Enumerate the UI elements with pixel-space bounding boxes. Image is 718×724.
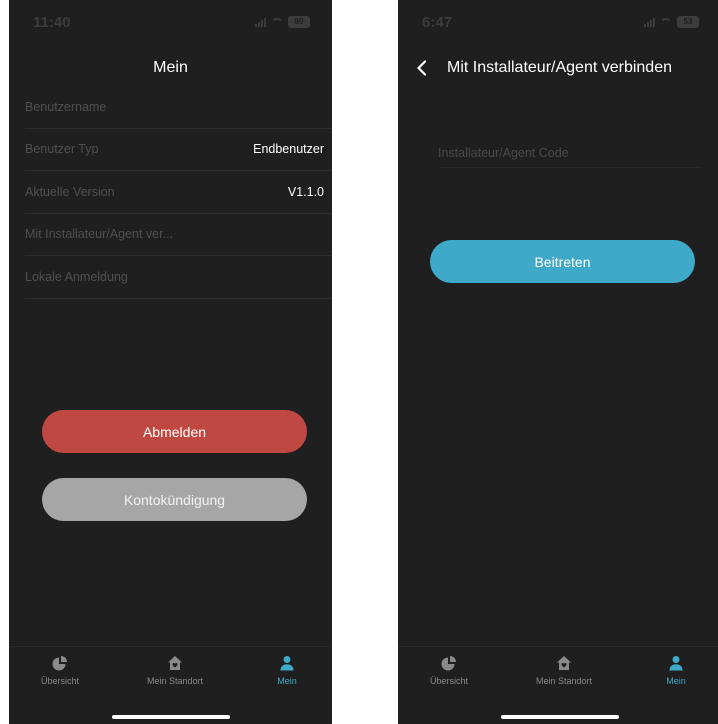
- home-indicator[interactable]: [111, 715, 230, 719]
- home-icon: [168, 656, 182, 670]
- delete-account-button[interactable]: Kontokündigung: [42, 478, 307, 521]
- tab-label: Mein Standort: [535, 676, 593, 686]
- tab-bar: Übersicht Mein Standort Mein: [9, 646, 332, 724]
- pie-chart-icon: [52, 656, 67, 671]
- tab-label: Mein: [277, 676, 297, 686]
- page-title: Mit Installateur/Agent verbinden: [446, 59, 672, 76]
- battery-icon: 80: [288, 16, 310, 28]
- menu-value: Endbenutzer: [253, 142, 324, 157]
- status-time: 6:47: [422, 13, 453, 31]
- home-indicator[interactable]: [500, 715, 619, 719]
- tab-label: Mein Standort: [146, 676, 204, 686]
- status-bar: 11:40 80: [9, 0, 332, 44]
- tab-overview[interactable]: Übersicht: [404, 655, 494, 695]
- menu-row-local-login[interactable]: Lokale Anmeldung: [25, 256, 332, 299]
- logout-button[interactable]: Abmelden: [42, 410, 307, 453]
- left-phone-screen: 11:40 80 Mein Benutzername Benutzer Typ …: [9, 0, 332, 724]
- tab-label: Mein: [666, 676, 686, 686]
- wifi-icon: [271, 18, 283, 26]
- menu-label: Lokale Anmeldung: [25, 269, 128, 284]
- status-icons: 80: [255, 16, 310, 28]
- menu-row-version[interactable]: Aktuelle Version V1.1.0: [25, 171, 332, 214]
- settings-list: Benutzername Benutzer Typ Endbenutzer Ak…: [9, 86, 332, 299]
- right-phone-screen: 6:47 53 Mit Installateur/Agent verbinden…: [398, 0, 718, 724]
- battery-icon: 53: [677, 16, 699, 28]
- person-icon: [280, 656, 294, 671]
- menu-label: Benutzer Typ: [25, 142, 99, 157]
- wifi-icon: [660, 18, 672, 26]
- tab-my-location[interactable]: Mein Standort: [519, 655, 609, 695]
- menu-label: Benutzername: [25, 99, 107, 114]
- menu-label: Mit Installateur/Agent ver...: [25, 227, 173, 242]
- status-time: 11:40: [33, 13, 71, 31]
- tab-label: Übersicht: [40, 676, 79, 686]
- menu-row-connect-installer[interactable]: Mit Installateur/Agent ver...: [25, 214, 332, 256]
- installer-code-input[interactable]: [438, 145, 701, 160]
- tab-mine[interactable]: Mein: [242, 655, 332, 695]
- join-button[interactable]: Beitreten: [430, 240, 695, 283]
- menu-value: V1.1.0: [287, 184, 324, 199]
- menu-row-user-type[interactable]: Benutzer Typ Endbenutzer: [25, 129, 332, 171]
- tab-my-location[interactable]: Mein Standort: [130, 655, 220, 695]
- tab-label: Übersicht: [429, 676, 468, 686]
- tab-mine[interactable]: Mein: [631, 655, 718, 695]
- cellular-signal-icon: [255, 17, 266, 27]
- status-bar: 6:47 53: [398, 0, 718, 44]
- menu-row-username[interactable]: Benutzername: [25, 86, 332, 129]
- person-icon: [669, 656, 683, 671]
- home-icon: [557, 656, 571, 670]
- status-icons: 53: [644, 16, 699, 28]
- installer-code-field: [438, 138, 701, 168]
- page-title: Mein: [153, 59, 188, 76]
- tab-overview[interactable]: Übersicht: [15, 655, 105, 695]
- cellular-signal-icon: [644, 17, 655, 27]
- tab-bar: Übersicht Mein Standort Mein: [398, 646, 718, 724]
- pie-chart-icon: [441, 656, 456, 671]
- menu-label: Aktuelle Version: [25, 184, 115, 199]
